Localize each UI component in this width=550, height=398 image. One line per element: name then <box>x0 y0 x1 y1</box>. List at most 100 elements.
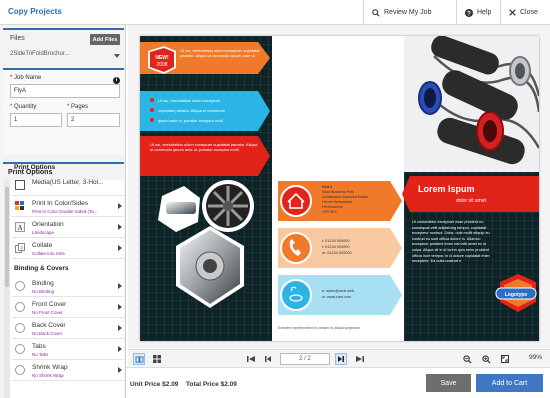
bullet-3: ipsum aute ul, pariatur exceptur moll <box>158 118 223 123</box>
add-to-cart-button[interactable]: Add to Cart <box>476 374 543 392</box>
fit-page-button[interactable] <box>499 353 511 365</box>
radio-icon <box>15 365 25 375</box>
svg-text:f: 01234 000000: f: 01234 000000 <box>322 245 349 249</box>
footnote: Exercere reprehendent ex veniam id, aliq… <box>278 326 360 330</box>
option-binding[interactable]: Binding No Binding <box>12 277 124 297</box>
total-price-label: Total Price <box>186 381 219 388</box>
grid-icon <box>153 355 161 363</box>
zoom-in-button[interactable] <box>480 353 492 365</box>
add-files-button[interactable]: Add Files <box>90 34 120 45</box>
option-value: No Binding <box>32 289 55 294</box>
top-bar: Copy Projects Review My Job ? Help Close <box>0 0 550 25</box>
svg-text:?: ? <box>467 10 471 17</box>
chevron-right-icon <box>118 245 122 251</box>
help-button[interactable]: ? Help <box>456 0 500 25</box>
job-name-label: * Job Name <box>10 75 42 81</box>
option-name: Shrink Wrap <box>32 364 68 371</box>
zoom-out-button[interactable] <box>461 353 473 365</box>
quantity-input[interactable]: 1 <box>10 113 62 127</box>
next-page-button[interactable] <box>335 353 347 365</box>
zoom-level: 99% <box>528 354 542 361</box>
option-orientation[interactable]: A Orientation Landscape <box>12 218 124 238</box>
print-options-section-title: Print Options <box>14 164 56 171</box>
grid-view-button[interactable] <box>151 353 163 365</box>
svg-text:HP2 6EX: HP2 6EX <box>322 210 337 214</box>
option-collate[interactable]: 3 Collate Collate into Sets <box>12 239 124 259</box>
chevron-down-icon <box>114 54 120 58</box>
option-back-cover[interactable]: Back Cover No Back Cover <box>12 319 124 339</box>
option-name: Print In Color/Sides <box>32 200 88 207</box>
page-indicator[interactable]: 2 / 2 <box>280 353 330 365</box>
brochure-body: Ut consectetur exceptuer esse proident e… <box>412 220 490 264</box>
preview-area: NEW! 2008 Ut wu, exercitation ullum exce… <box>128 25 550 348</box>
option-tabs[interactable]: Tabs No Tabs <box>12 340 124 360</box>
svg-text:Goldweaton Industrial Estate: Goldweaton Industrial Estate <box>322 195 368 199</box>
zoom-out-icon <box>462 354 472 364</box>
chevron-right-icon <box>118 367 122 373</box>
option-value: No Back Cover <box>32 331 63 336</box>
job-name-input[interactable]: FlyA <box>10 84 120 98</box>
binding-section-title: Binding & Covers <box>14 265 69 272</box>
close-label: Close <box>520 9 538 16</box>
job-details-section: * Job Name i FlyA * Quantity * Pages 1 2 <box>3 68 124 155</box>
single-page-view-button[interactable] <box>133 353 145 365</box>
option-print-color-sides[interactable]: Print In Color/Sides Print in Color Doub… <box>12 197 124 217</box>
option-media[interactable]: Media(US Letter, 3-Hol... <box>12 176 124 196</box>
radio-icon <box>15 323 25 333</box>
info-icon[interactable]: i <box>113 77 120 84</box>
svg-text:t: 01234 000000: t: 01234 000000 <box>322 239 349 243</box>
option-front-cover[interactable]: Front Cover No Front Cover <box>12 298 124 318</box>
close-icon <box>509 9 516 16</box>
svg-text:m: 01234 000000: m: 01234 000000 <box>322 251 352 255</box>
chevron-right-icon <box>118 224 122 230</box>
pages-label: * Pages <box>67 104 89 110</box>
search-icon <box>372 8 380 17</box>
option-shrink-wrap[interactable]: Shrink Wrap No Shrink Wrap <box>12 361 124 381</box>
total-price-value: $2.09 <box>220 381 237 388</box>
option-value: No Tabs <box>32 352 49 357</box>
media-icon <box>15 180 25 190</box>
radio-icon <box>15 281 25 291</box>
first-page-button[interactable] <box>245 353 257 365</box>
option-value: No Front Cover <box>32 310 63 315</box>
unit-price-value: $2.09 <box>162 381 179 388</box>
chevron-right-icon <box>118 283 122 289</box>
brochure-page: NEW! 2008 Ut wu, exercitation ullum exce… <box>140 36 539 341</box>
collate-icon: 3 <box>15 243 25 253</box>
brochure-preview: NEW! 2008 Ut wu, exercitation ullum exce… <box>140 36 539 341</box>
page-title: Copy Projects <box>8 7 62 16</box>
option-value: Collate into Sets <box>32 251 65 256</box>
option-value: Print in Color Double Sided (To... <box>32 209 98 214</box>
scrollbar-thumb[interactable] <box>5 187 9 287</box>
svg-text:Saxs Business Park: Saxs Business Park <box>322 190 354 194</box>
svg-text:A: A <box>17 224 22 232</box>
option-name: Media(US Letter, 3-Hol... <box>32 179 104 186</box>
preview-controls: 2 / 2 99% <box>128 349 550 367</box>
last-page-button[interactable] <box>354 353 366 365</box>
option-value: No Shrink Wrap <box>32 373 64 378</box>
brochure-subheading: dolor sit amet <box>456 198 487 204</box>
save-button[interactable]: Save <box>426 374 471 392</box>
file-select-value: 2SideTriFoldBrochur... <box>10 51 70 57</box>
review-my-job-button[interactable]: Review My Job <box>363 0 456 25</box>
heading-band <box>402 176 539 212</box>
fit-page-icon <box>501 355 509 363</box>
logo-text: Logotype <box>505 292 528 298</box>
option-name: Front Cover <box>32 301 67 308</box>
close-button[interactable]: Close <box>500 0 550 25</box>
brochure-heading: Lorem Ispum <box>418 184 475 194</box>
orientation-icon: A <box>15 222 25 232</box>
orange-banner-text: Ut wu, exercitation ullum exceptuer cupi… <box>180 48 260 58</box>
pages-input[interactable]: 2 <box>67 113 120 127</box>
unit-price-label: Unit Price <box>130 381 161 388</box>
footer-bar: Unit Price $2.09 Total Price $2.09 Save … <box>126 367 550 398</box>
option-value: Landscape <box>32 230 55 235</box>
previous-page-button[interactable] <box>262 353 274 365</box>
svg-text:w: www.xars.com: w: www.xars.com <box>322 295 351 299</box>
option-name: Binding <box>32 280 54 287</box>
file-select[interactable]: 2SideTriFoldBrochur... <box>10 51 122 62</box>
first-page-icon <box>247 356 255 362</box>
bullet-2: cupidatat pariatur. Aliqua ut commodo <box>158 108 226 113</box>
files-label: Files <box>10 35 25 42</box>
svg-text:Unit 2: Unit 2 <box>322 185 332 189</box>
